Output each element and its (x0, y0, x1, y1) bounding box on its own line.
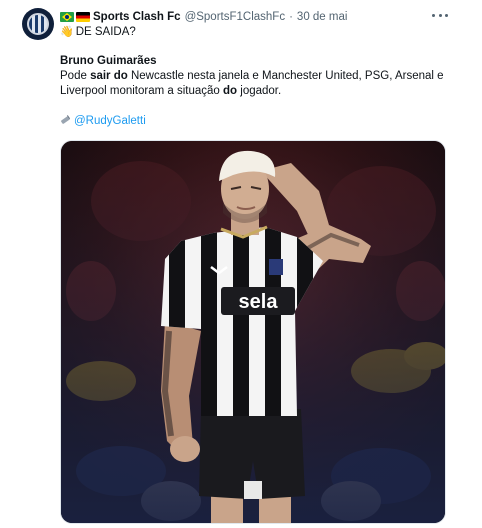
body-text: Liverpool monitoram a situação (60, 85, 223, 97)
syringe-icon (60, 115, 72, 125)
club-crest-icon[interactable] (22, 8, 54, 40)
brazil-flag-icon (60, 12, 74, 22)
tweet-body-line-1: Pode sair do Newcastle nesta janela e Ma… (60, 69, 444, 84)
body-text: jogador. (237, 85, 282, 97)
tweet-header: Sports Clash Fc @SportsF1ClashFc · 30 de… (60, 9, 347, 25)
tweet-card[interactable]: Sports Clash Fc @SportsF1ClashFc · 30 de… (0, 0, 482, 528)
player-name: Bruno Guimarães (60, 55, 157, 67)
source-link[interactable]: @RudyGaletti (74, 115, 146, 127)
tweet-photo[interactable]: sela (60, 140, 446, 524)
more-options-icon[interactable] (432, 8, 448, 22)
separator-dot: · (289, 11, 293, 23)
author-handle[interactable]: @SportsF1ClashFc (185, 11, 286, 23)
tweet-headline: 👋 DE SAIDA? (60, 25, 136, 40)
body-text: Pode (60, 70, 91, 82)
waving-hand-icon: 👋 (60, 26, 74, 38)
player-photo: sela (61, 141, 445, 523)
body-text-bold: sair do (90, 70, 128, 82)
author-name[interactable]: Sports Clash Fc (93, 11, 181, 23)
body-text: Newcastle nesta janela e Manchester Unit… (127, 70, 444, 82)
shirt-sponsor: sela (239, 291, 279, 313)
source-line: @RudyGaletti (60, 114, 146, 129)
germany-flag-icon (76, 12, 90, 22)
headline-text: DE SAIDA? (75, 26, 136, 38)
tweet-body-line-2: Liverpool monitoram a situação do jogado… (60, 84, 281, 99)
tweet-date[interactable]: 30 de mai (297, 11, 348, 23)
body-text-bold: do (223, 85, 238, 97)
